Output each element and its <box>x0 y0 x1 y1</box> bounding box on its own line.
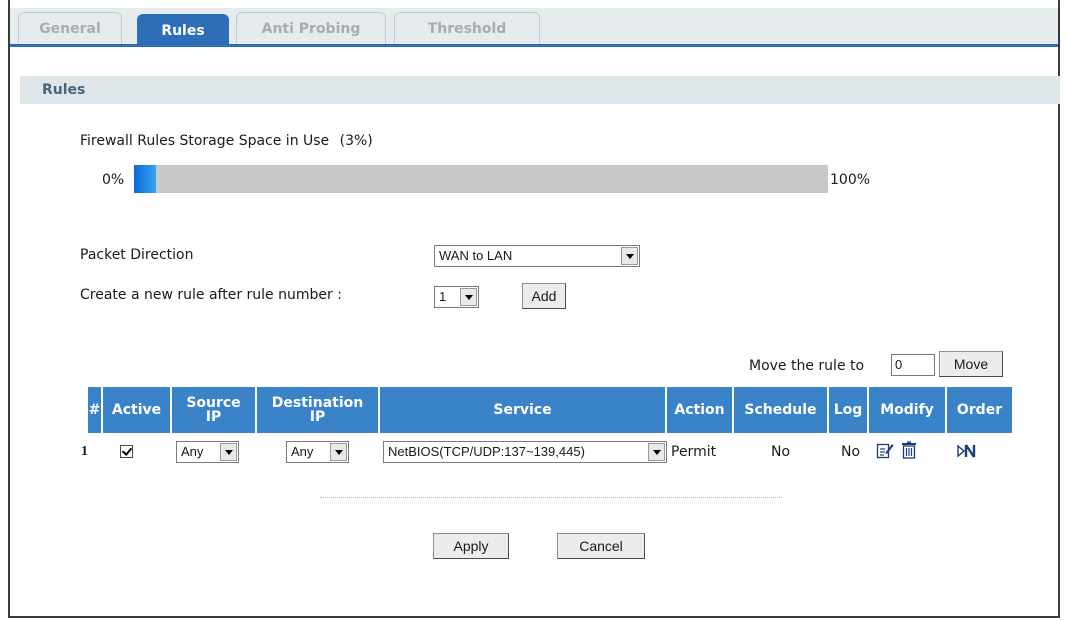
row-active-checkbox[interactable] <box>120 445 133 458</box>
move-rule-label: Move the rule to <box>749 358 865 374</box>
row-destination-ip-select[interactable]: Any <box>286 441 349 463</box>
move-rule-button[interactable]: Move <box>939 351 1003 377</box>
destination-ip-line1: Destination <box>271 395 364 411</box>
storage-min-label: 0% <box>102 172 125 188</box>
window-frame: General Rules Anti Probing Threshold Rul… <box>8 0 1060 618</box>
chevron-down-icon <box>460 288 477 306</box>
row-destination-ip-value: Any <box>291 444 314 459</box>
row-number: 1 <box>81 444 88 459</box>
move-order-icon[interactable] <box>957 444 979 462</box>
chevron-down-icon <box>220 443 237 461</box>
tab-general[interactable]: General <box>18 12 122 44</box>
new-rule-label: Create a new rule after rule number : <box>80 287 342 303</box>
storage-usage-label: Firewall Rules Storage Space in Use (3%) <box>80 133 373 149</box>
storage-percent-text: (3%) <box>339 133 373 149</box>
row-source-ip-select[interactable]: Any <box>176 441 239 463</box>
source-ip-line1: Source <box>186 395 241 411</box>
apply-button[interactable]: Apply <box>433 533 509 559</box>
packet-direction-label: Packet Direction <box>80 247 194 263</box>
col-header-modify: Modify <box>869 387 947 433</box>
storage-max-label: 100% <box>830 172 871 188</box>
storage-progress-fill <box>134 165 156 193</box>
row-action: Permit <box>671 444 717 460</box>
tab-anti-probing[interactable]: Anti Probing <box>236 12 386 44</box>
tab-rules[interactable]: Rules <box>137 14 229 47</box>
section-title: Rules <box>42 82 86 98</box>
move-rule-input[interactable]: 0 <box>891 354 935 376</box>
edit-icon[interactable] <box>876 441 894 463</box>
add-rule-button[interactable]: Add <box>522 283 566 309</box>
row-service-value: NetBIOS(TCP/UDP:137~139,445) <box>388 444 585 459</box>
col-header-source-ip: Source IP <box>172 387 257 433</box>
source-ip-line2: IP <box>205 409 222 425</box>
col-header-service: Service <box>380 387 667 433</box>
storage-label-text: Firewall Rules Storage Space in Use <box>80 133 330 149</box>
section-header: Rules <box>20 76 1060 104</box>
row-log: No <box>841 444 861 460</box>
tab-rules-label: Rules <box>161 23 205 39</box>
rules-table-header: # Active Source IP Destination IP Service … <box>88 387 1012 433</box>
trash-icon[interactable] <box>901 441 917 463</box>
chevron-down-icon <box>330 443 347 461</box>
tab-general-label: General <box>39 21 101 37</box>
row-service-select[interactable]: NetBIOS(TCP/UDP:137~139,445) <box>383 441 667 463</box>
col-header-active: Active <box>103 387 172 433</box>
row-schedule: No <box>771 444 791 460</box>
col-header-schedule: Schedule <box>734 387 829 433</box>
col-header-number: # <box>88 387 103 433</box>
row-source-ip-value: Any <box>181 444 204 459</box>
packet-direction-value: WAN to LAN <box>439 248 513 263</box>
tab-threshold-label: Threshold <box>427 21 507 37</box>
chevron-down-icon <box>648 443 665 461</box>
new-rule-number-value: 1 <box>439 289 447 304</box>
packet-direction-select[interactable]: WAN to LAN <box>434 245 640 267</box>
new-rule-number-select[interactable]: 1 <box>434 286 479 308</box>
storage-progress-bar <box>134 165 828 193</box>
col-header-destination-ip: Destination IP <box>257 387 380 433</box>
col-header-log: Log <box>829 387 869 433</box>
tab-bar: General Rules Anti Probing Threshold <box>10 8 1058 47</box>
cancel-button[interactable]: Cancel <box>557 533 645 559</box>
destination-ip-line2: IP <box>309 409 326 425</box>
col-header-action: Action <box>667 387 734 433</box>
tab-threshold[interactable]: Threshold <box>394 12 540 44</box>
col-header-order: Order <box>956 402 1003 418</box>
tab-anti-probing-label: Anti Probing <box>261 21 361 37</box>
chevron-down-icon <box>621 247 638 265</box>
divider <box>320 497 782 498</box>
